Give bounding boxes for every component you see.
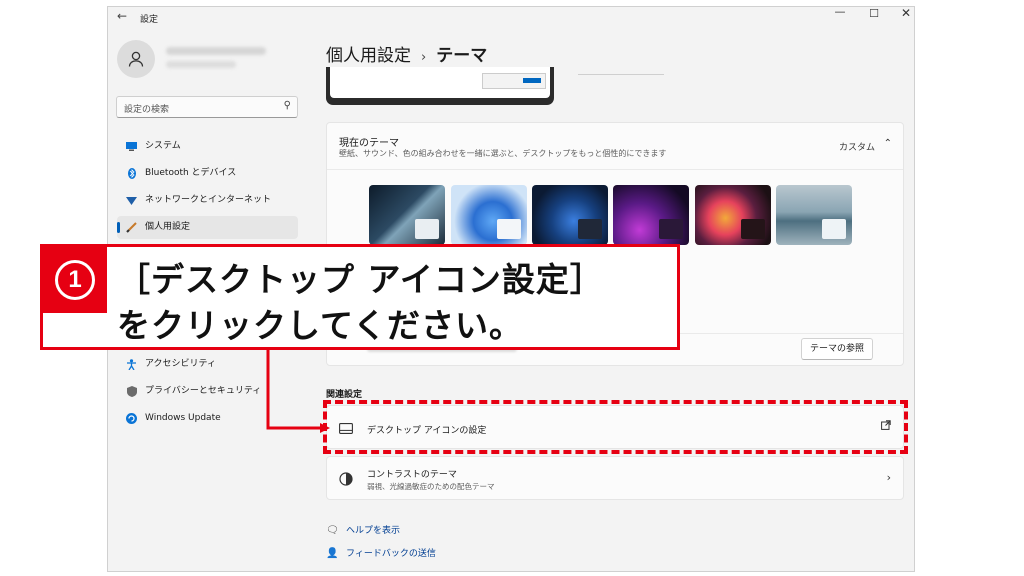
feedback-link-label: フィードバックの送信 xyxy=(346,549,436,559)
accessibility-icon xyxy=(126,359,137,370)
feedback-link[interactable]: 👤 フィードバックの送信 xyxy=(326,546,436,559)
theme-mini-window xyxy=(659,219,683,239)
settings-search-input[interactable]: 設定の検索 ⚲ xyxy=(116,96,298,118)
feedback-icon: 👤 xyxy=(326,548,339,559)
theme-preview-window xyxy=(482,73,546,89)
avatar[interactable] xyxy=(117,40,155,78)
shield-icon xyxy=(126,386,137,397)
contrast-themes-description: 弱視、光線過敏症のための配色テーマ xyxy=(367,482,495,491)
sidebar-item-label: Bluetooth とデバイス xyxy=(145,168,237,178)
related-settings-heading: 関連設定 xyxy=(326,390,363,400)
wifi-icon xyxy=(126,195,137,206)
sidebar-item-privacy[interactable]: プライバシーとセキュリティ xyxy=(117,380,298,403)
user-icon xyxy=(128,51,144,67)
instruction-callout: 1 ［デスクトップ アイコン設定］ をクリックしてください。 xyxy=(40,244,680,350)
chevron-right-icon: › xyxy=(886,471,891,484)
sidebar-item-bluetooth[interactable]: Bluetooth とデバイス xyxy=(117,162,298,185)
browse-themes-button[interactable]: テーマの参照 xyxy=(800,338,873,360)
brush-icon xyxy=(126,222,137,233)
update-icon xyxy=(126,413,137,424)
help-link-label: ヘルプを表示 xyxy=(346,526,401,536)
back-arrow-icon[interactable]: ← xyxy=(117,9,127,23)
step-number: 1 xyxy=(55,260,95,300)
theme-thumbnail[interactable] xyxy=(451,185,527,245)
current-theme-value: カスタム xyxy=(838,143,875,153)
theme-preview-screen xyxy=(330,67,550,98)
chevron-up-icon[interactable]: ⌃ xyxy=(884,138,892,149)
help-icon: 🗨 xyxy=(326,525,339,536)
theme-mini-window xyxy=(741,219,765,239)
theme-thumbnail[interactable] xyxy=(532,185,608,245)
step-badge: 1 xyxy=(43,247,107,313)
search-icon: ⚲ xyxy=(283,100,291,111)
theme-mini-window xyxy=(497,219,521,239)
theme-thumbnail[interactable] xyxy=(776,185,852,245)
theme-mini-window xyxy=(822,219,846,239)
theme-preview-image xyxy=(326,67,554,105)
sidebar-item-network[interactable]: ネットワークとインターネット xyxy=(117,189,298,212)
breadcrumb-parent[interactable]: 個人用設定 xyxy=(326,46,411,66)
title-bar: ← 設定 — ☐ ✕ xyxy=(108,7,914,29)
theme-thumbnail[interactable] xyxy=(613,185,689,245)
sidebar-item-system[interactable]: システム xyxy=(117,135,298,158)
account-email-redacted xyxy=(166,61,236,68)
sidebar-item-accessibility[interactable]: アクセシビリティ xyxy=(117,353,298,376)
maximize-button[interactable]: ☐ xyxy=(864,7,884,20)
current-theme-header[interactable]: 現在のテーマ 壁紙、サウンド、色の組み合わせを一緒に選ぶと、デスクトップをもっと… xyxy=(327,123,903,170)
sidebar-item-label: ネットワークとインターネット xyxy=(145,195,272,205)
breadcrumb: 個人用設定 › テーマ xyxy=(326,41,487,66)
current-theme-description: 壁紙、サウンド、色の組み合わせを一緒に選ぶと、デスクトップをもっと個性的にできま… xyxy=(339,149,667,158)
close-button[interactable]: ✕ xyxy=(896,7,914,20)
sidebar-item-label: システム xyxy=(145,141,181,151)
sidebar-item-label: アクセシビリティ xyxy=(145,359,217,369)
monitor-icon xyxy=(126,141,137,152)
page-title: テーマ xyxy=(436,46,488,66)
bluetooth-icon xyxy=(126,168,137,179)
contrast-themes-link[interactable]: コントラストのテーマ 弱視、光線過敏症のための配色テーマ › xyxy=(326,456,904,500)
app-title: 設定 xyxy=(140,15,159,25)
theme-thumbnail[interactable] xyxy=(369,185,445,245)
sidebar-item-label: プライバシーとセキュリティ xyxy=(145,386,262,396)
theme-thumbnail[interactable] xyxy=(695,185,771,245)
help-link[interactable]: 🗨 ヘルプを表示 xyxy=(326,523,400,536)
sidebar-item-windows-update[interactable]: Windows Update xyxy=(117,407,298,430)
instruction-line-1: ［デスクトップ アイコン設定］ xyxy=(117,260,604,299)
sidebar-item-label: Windows Update xyxy=(145,413,221,423)
instruction-line-2: をクリックしてください。 xyxy=(117,306,524,345)
highlight-desktop-icon-settings xyxy=(323,400,908,454)
divider xyxy=(578,74,664,75)
sidebar-item-label: 個人用設定 xyxy=(145,222,191,232)
theme-mini-window xyxy=(578,219,602,239)
search-placeholder: 設定の検索 xyxy=(124,105,170,115)
contrast-themes-label: コントラストのテーマ xyxy=(367,470,457,480)
sidebar-item-personalization[interactable]: 個人用設定 xyxy=(117,216,298,239)
account-name-redacted xyxy=(166,47,266,55)
theme-mini-window xyxy=(415,219,439,239)
current-theme-title: 現在のテーマ xyxy=(339,138,399,149)
chevron-right-icon: › xyxy=(421,50,427,65)
minimize-button[interactable]: — xyxy=(830,7,850,18)
contrast-icon xyxy=(339,472,353,486)
